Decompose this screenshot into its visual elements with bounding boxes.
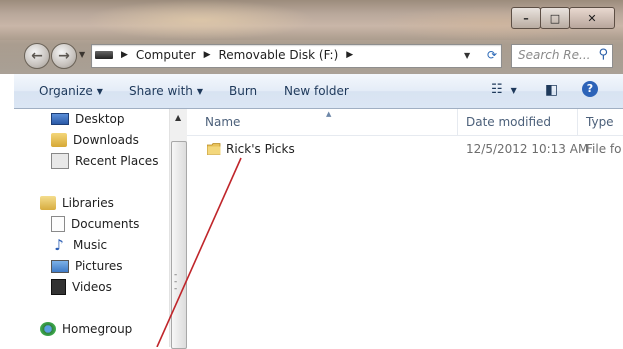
nav-item-videos[interactable]: Videos [51,277,112,297]
forward-arrow-icon: → [58,48,70,64]
nav-item-homegroup[interactable]: Homegroup [40,319,132,339]
view-list-icon: ☷ [491,82,503,97]
column-header-label: Date modified [466,115,552,129]
breadcrumb-removable-disk[interactable]: Removable Disk (F:) [219,48,339,62]
address-history-dropdown[interactable]: ▼ [464,51,470,60]
drive-icon [95,51,113,59]
organize-label: Organize [39,84,93,98]
column-header-label: Name [205,115,241,129]
file-date-modified: 12/5/2012 10:13 AM [466,142,589,156]
preview-pane-icon: ◧ [545,82,559,98]
nav-item-label: Documents [71,217,140,231]
scroll-up-icon[interactable]: ▲ [175,113,181,122]
nav-item-label: Music [73,238,108,252]
nav-item-label: Downloads [73,133,139,147]
help-button[interactable]: ? [582,81,598,97]
header-divider [187,135,623,136]
recent-places-icon [51,153,69,169]
nav-item-label: Videos [72,280,112,294]
column-header-name[interactable]: Name [187,109,458,135]
file-type: File fo [586,142,622,156]
refresh-icon: ⟳ [486,48,498,62]
nav-item-pictures[interactable]: Pictures [51,256,123,276]
share-with-button[interactable]: Share with ▼ [129,84,203,98]
nav-item-music[interactable]: ♪ Music [51,235,107,255]
view-options-button[interactable]: ☷ ▼ [491,82,517,97]
music-icon: ♪ [54,236,64,254]
documents-icon [51,216,65,232]
minimize-icon: – [523,11,529,25]
chevron-down-icon: ▼ [510,86,517,95]
search-input[interactable]: Search Re... ⚲ [511,44,613,68]
address-bar[interactable]: ▶ Computer ▶ Removable Disk (F:) ▶ ▼ [91,44,502,68]
close-button[interactable]: ✕ [569,7,615,29]
pictures-icon [51,259,69,273]
nav-item-label: Pictures [75,259,123,273]
nav-item-label: Recent Places [75,154,159,168]
burn-label: Burn [229,84,258,98]
aero-background [85,0,315,40]
chevron-down-icon: ▼ [196,87,204,96]
nav-item-recent-places[interactable]: Recent Places [51,151,158,171]
homegroup-icon [40,322,56,336]
search-icon[interactable]: ⚲ [598,47,608,62]
burn-button[interactable]: Burn [229,84,257,98]
search-placeholder: Search Re... [518,48,591,62]
nav-item-desktop[interactable]: Desktop [51,109,125,129]
downloads-icon [51,133,67,147]
nav-pane-scrollbar[interactable]: ▲ --- [169,109,187,349]
nav-item-label: Desktop [75,112,125,126]
column-header-date-modified[interactable]: Date modified [459,109,578,135]
help-icon: ? [586,82,594,95]
nav-item-label: Homegroup [62,322,133,336]
new-folder-button[interactable]: New folder [284,84,349,98]
folder-icon [207,143,221,155]
desktop-icon [51,113,69,125]
breadcrumb-computer[interactable]: Computer [136,48,196,62]
back-arrow-icon: ← [31,48,43,64]
chevron-down-icon: ▼ [96,87,103,96]
nav-item-libraries[interactable]: Libraries [40,193,114,213]
maximize-button[interactable]: □ [540,7,570,29]
scrollbar-thumb[interactable] [171,141,187,349]
maximize-icon: □ [549,11,561,25]
close-icon: ✕ [587,11,597,25]
column-header-type[interactable]: Type [579,109,623,135]
nav-item-label: Libraries [62,196,114,210]
command-bar: Organize ▼ Share with ▼ Burn New folder ☷ ▼… [14,74,623,109]
back-button[interactable]: ← [24,43,50,69]
file-list: Name ▲ Date modified Type Rick's Picks 1… [187,109,623,347]
column-header-label: Type [586,115,614,129]
videos-icon [51,279,66,295]
minimize-button[interactable]: – [511,7,541,29]
chevron-right-icon[interactable]: ▶ [346,50,353,60]
file-name: Rick's Picks [226,142,295,156]
preview-pane-button[interactable]: ◧ [545,82,558,98]
libraries-icon [40,196,56,210]
refresh-button[interactable]: ⟳ [483,44,501,66]
scrollbar-grip-icon: --- [174,270,178,294]
new-folder-label: New folder [284,84,349,98]
sort-ascending-icon: ▲ [326,110,332,118]
recent-pages-dropdown[interactable]: ▼ [79,50,85,59]
window-controls: – □ ✕ [511,7,615,29]
nav-item-downloads[interactable]: Downloads [51,130,139,150]
share-with-label: Share with [129,84,193,98]
chevron-right-icon[interactable]: ▶ [204,50,211,60]
navigation-pane: Desktop Downloads Recent Places Librarie… [14,109,187,347]
nav-item-documents[interactable]: Documents [51,214,139,234]
organize-button[interactable]: Organize ▼ [39,84,103,98]
forward-button[interactable]: → [51,43,77,69]
chevron-right-icon[interactable]: ▶ [121,50,128,60]
